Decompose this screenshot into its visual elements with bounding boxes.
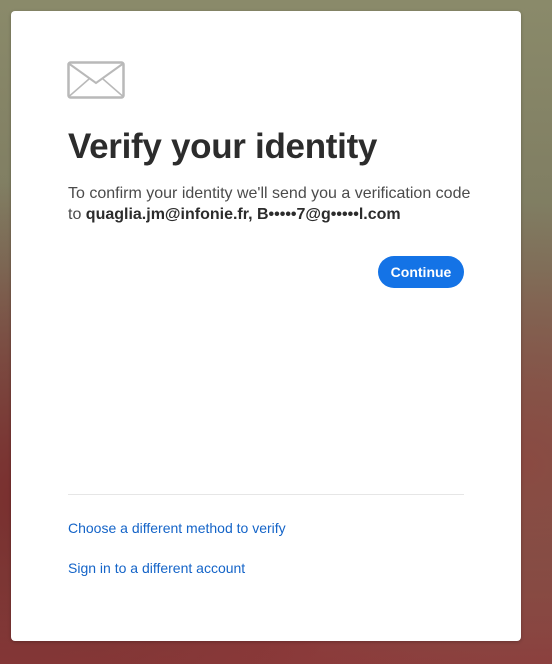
different-account-link[interactable]: Sign in to a different account — [68, 560, 245, 576]
continue-button[interactable]: Continue — [378, 256, 464, 288]
verify-identity-card: Verify your identity To confirm your ide… — [11, 11, 521, 641]
mail-envelope-icon — [67, 61, 125, 99]
different-method-link[interactable]: Choose a different method to verify — [68, 520, 286, 536]
divider — [68, 494, 464, 495]
page-title: Verify your identity — [68, 127, 378, 166]
verification-description: To confirm your identity we'll send you … — [68, 183, 488, 225]
recipient-emails: quaglia.jm@infonie.fr, B•••••7@g•••••l.c… — [85, 206, 401, 223]
